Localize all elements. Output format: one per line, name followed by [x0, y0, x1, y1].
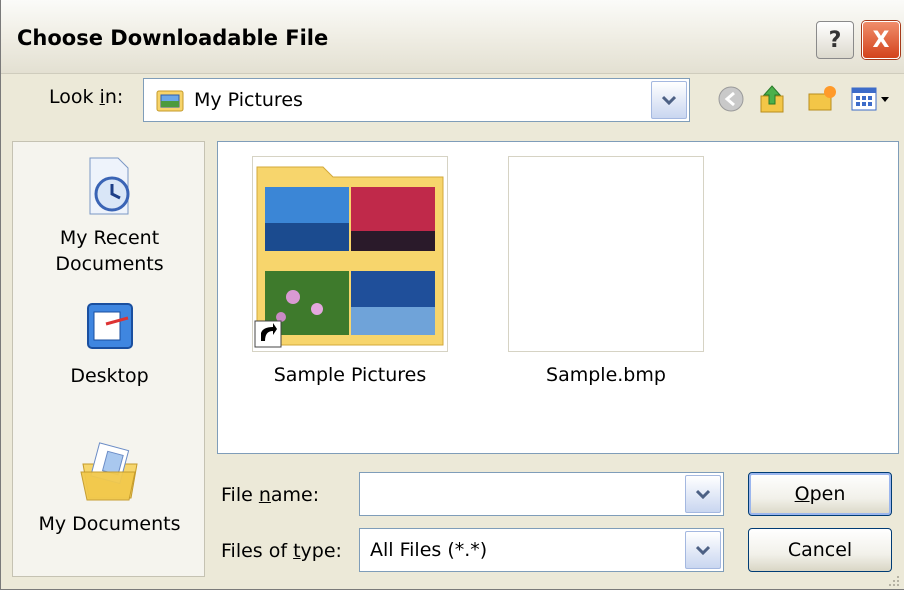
look-in-label-post: n:	[104, 86, 124, 108]
resize-grip-icon[interactable]	[885, 572, 901, 588]
place-label: Desktop	[70, 365, 149, 387]
desktop-icon	[86, 303, 133, 349]
open-button-accel: O	[794, 483, 810, 505]
chevron-down-icon	[696, 545, 710, 555]
look-in-label-pre: Look	[49, 86, 100, 108]
file-name-dropdown-button[interactable]	[685, 475, 721, 513]
recent-documents-icon	[89, 157, 129, 215]
file-type-label-accel: t	[293, 540, 301, 562]
cancel-button[interactable]: Cancel	[748, 528, 892, 572]
title-bar[interactable]: Choose Downloadable File ? X	[1, 0, 904, 74]
file-label-sample-bmp: Sample.bmp	[546, 364, 666, 386]
look-in-label: Look in:	[49, 86, 123, 108]
file-name-label-pre: File	[221, 484, 259, 506]
view-menu-icon[interactable]	[851, 84, 891, 114]
my-documents-icon	[79, 442, 138, 501]
place-desktop[interactable]: Desktop	[13, 300, 206, 389]
open-button[interactable]: Open	[748, 472, 892, 516]
file-type-value: All Files (*.*)	[370, 539, 488, 561]
chevron-down-icon	[696, 489, 710, 499]
look-in-dropdown[interactable]: My Pictures	[143, 78, 690, 122]
file-type-dropdown-button[interactable]	[685, 531, 721, 569]
close-icon: X	[872, 27, 890, 53]
cancel-button-label: Cancel	[787, 539, 853, 561]
file-item-sample-bmp[interactable]	[508, 156, 704, 352]
file-name-field[interactable]	[359, 472, 724, 516]
look-in-value: My Pictures	[194, 89, 303, 111]
up-folder-icon[interactable]	[758, 84, 788, 114]
dialog-title: Choose Downloadable File	[17, 26, 329, 50]
file-label-sample-pictures: Sample Pictures	[273, 364, 427, 386]
back-icon[interactable]	[716, 84, 746, 114]
look-in-dropdown-button[interactable]	[651, 81, 687, 119]
places-bar: My Recent Documents Desktop My Documents	[12, 141, 205, 577]
place-my-documents[interactable]: My Documents	[13, 442, 206, 537]
file-item-sample-pictures[interactable]	[252, 156, 448, 352]
file-list-view[interactable]: Sample Pictures Sample.bmp	[217, 141, 899, 454]
file-type-label-pre: Files of	[221, 540, 294, 562]
chevron-down-icon	[662, 95, 676, 105]
place-label: My Recent Documents	[55, 227, 164, 275]
file-type-label-post: ype:	[300, 540, 342, 562]
new-folder-icon[interactable]	[807, 84, 837, 114]
choose-file-dialog: Choose Downloadable File ? X Look in: My…	[0, 0, 904, 590]
folder-thumbnail-icon	[254, 166, 444, 348]
file-type-label: Files of type:	[221, 540, 342, 562]
open-button-label: pen	[809, 483, 846, 505]
place-label: My Documents	[38, 513, 181, 535]
file-name-label-accel: n	[258, 484, 271, 506]
place-my-recent-documents[interactable]: My Recent Documents	[13, 156, 206, 277]
file-name-label-post: ame:	[270, 484, 320, 506]
help-icon: ?	[828, 27, 842, 53]
file-name-label: File name:	[221, 484, 319, 506]
help-button[interactable]: ?	[816, 21, 854, 59]
my-pictures-icon	[156, 90, 184, 112]
file-type-dropdown[interactable]: All Files (*.*)	[359, 528, 724, 572]
close-button[interactable]: X	[862, 21, 900, 59]
